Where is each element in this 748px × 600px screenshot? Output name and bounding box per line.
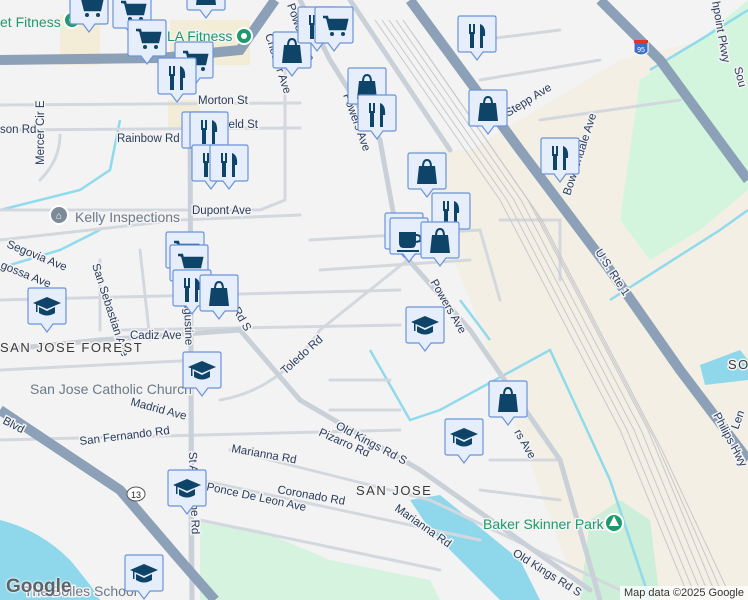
svg-text:⌂: ⌂ [56,211,62,222]
svg-text:Baker Skinner Park: Baker Skinner Park [483,516,605,532]
school-marker[interactable] [444,418,484,464]
school-marker[interactable] [27,287,67,333]
street-label: Dupont Ave [192,205,251,217]
poi-fitness-left[interactable]: et Fitness [0,11,81,32]
street-label: Madrid Ave [129,396,187,422]
school-marker[interactable] [405,306,445,352]
restaurant-marker[interactable] [457,15,497,61]
street-label: son Rd [0,124,36,136]
street-label: Morton St [198,95,249,107]
street-label: ield St [226,119,259,131]
route-13-shield: 13 [126,486,146,502]
street-label: Mercer Cir E [35,100,47,165]
svg-text:et Fitness: et Fitness [0,14,61,30]
street-label: Rainbow Rd [117,133,180,145]
map-canvas[interactable]: 13 95 Morton St ield St Rainbow Rd son R… [0,0,748,600]
neighborhood-label-san-jose-forest: SAN JOSE FOREST [0,340,143,355]
street-label: Toledo Rd [279,334,326,378]
poi-san-jose-catholic-church[interactable]: San Jose Catholic Church [29,380,194,399]
google-logo: Google [6,576,72,597]
shopping-bag-icon [196,0,216,5]
shopping-bag-marker[interactable] [186,0,226,19]
shopping-bag-marker[interactable] [420,221,460,267]
interstate-95-shield: 95 [633,40,649,56]
neighborhood-label: SO [728,357,748,372]
neighborhood-label-san-jose: SAN JOSE [356,483,432,498]
restaurant-marker[interactable] [157,57,197,103]
poi-baker-skinner-park[interactable]: Baker Skinner Park [482,513,624,534]
street-label: Marianna Rd [230,443,297,466]
street-label: Blvd [1,415,26,436]
svg-text:13: 13 [131,490,141,500]
svg-text:95: 95 [637,47,645,54]
svg-text:Kelly Inspections: Kelly Inspections [75,209,180,225]
street-label: San Fernando Rd [79,425,171,448]
map-attribution: Map data ©2025 Google [619,586,748,600]
golf-green-area [200,520,440,600]
